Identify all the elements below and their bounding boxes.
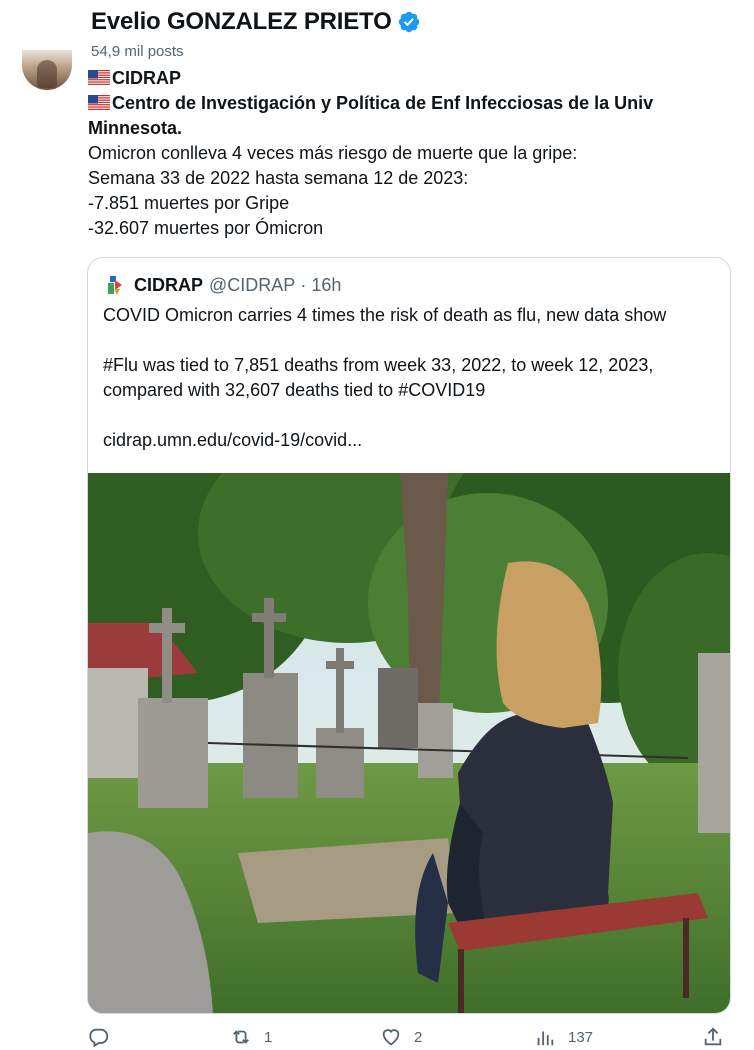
tweet-line-text: Omicron conlleva 4 veces más riesgo de m… [88, 143, 578, 163]
display-name[interactable]: Evelio GONZALEZ PRIETO [91, 8, 421, 36]
analytics-icon [537, 1031, 554, 1046]
profile-header: Evelio GONZALEZ PRIETO 54,9 mil posts [0, 0, 754, 66]
reply-button[interactable] [88, 1026, 122, 1048]
share-icon [704, 1027, 722, 1046]
views-button[interactable]: 137 [534, 1026, 593, 1048]
cemetery-photo[interactable] [88, 473, 730, 1013]
heart-icon [382, 1029, 400, 1046]
quoted-tweet-text: COVID Omicron carries 4 times the risk o… [103, 303, 718, 453]
tweet-line: Semana 33 de 2022 hasta semana 12 de 202… [88, 166, 728, 191]
quoted-timestamp[interactable]: 16h [311, 275, 341, 296]
reply-icon [89, 1028, 109, 1048]
quoted-author-name[interactable]: CIDRAP [134, 275, 203, 296]
dot-separator: · [295, 274, 312, 295]
tweet-line-text: -32.607 muertes por Ómicron [88, 218, 324, 238]
quoted-paragraph [103, 328, 718, 353]
quoted-link[interactable]: cidrap.umn.edu/covid-19/covid... [103, 428, 718, 453]
quoted-paragraph: compared with 32,607 deaths tied to #COV… [103, 380, 486, 400]
quoted-tweet-header: CIDRAP @CIDRAP · 16h [104, 274, 341, 296]
tweet-line: CIDRAP [88, 66, 728, 91]
display-name-text[interactable]: Evelio GONZALEZ PRIETO [91, 8, 392, 36]
post-count: 54,9 mil posts [91, 43, 184, 60]
verified-badge-icon [398, 11, 419, 33]
like-count: 2 [414, 1028, 423, 1046]
tweet-line-text: Semana 33 de 2022 hasta semana 12 de 202… [88, 168, 469, 188]
tweet-actions: 1 2 137 [0, 1026, 754, 1050]
quoted-tweet-card[interactable]: CIDRAP @CIDRAP · 16h COVID Omicron carri… [87, 257, 731, 1014]
repost-icon [233, 1030, 249, 1044]
tweet-line: Omicron conlleva 4 veces más riesgo de m… [88, 141, 728, 166]
us-flag-icon [88, 70, 110, 86]
tweet-line: Centro de Investigación y Política de En… [88, 91, 728, 116]
tweet-line-text: CIDRAP [112, 68, 182, 88]
like-button[interactable]: 2 [380, 1026, 422, 1048]
repost-button[interactable]: 1 [230, 1026, 272, 1048]
repost-count: 1 [264, 1028, 273, 1046]
quoted-paragraph [103, 403, 718, 428]
share-button[interactable] [702, 1026, 736, 1048]
tweet-line-text: -7.851 muertes por Gripe [88, 193, 290, 213]
tweet-text: CIDRAP Centro de Investigación y Política… [88, 66, 728, 241]
tweet-line-text: Minnesota. [88, 118, 183, 138]
quoted-author-handle[interactable]: @CIDRAP [209, 275, 295, 296]
views-count: 137 [568, 1028, 594, 1046]
us-flag-icon [88, 95, 110, 111]
tweet-line: -7.851 muertes por Gripe [88, 191, 728, 216]
tweet-line: -32.607 muertes por Ómicron [88, 216, 728, 241]
tweet-line-text: Centro de Investigación y Política de En… [112, 93, 654, 113]
quoted-paragraph: COVID Omicron carries 4 times the risk o… [103, 305, 667, 325]
tweet-line: Minnesota. [88, 116, 728, 141]
quoted-paragraph: #Flu was tied to 7,851 deaths from week … [103, 355, 654, 375]
avatar[interactable] [22, 50, 72, 90]
cidrap-logo-icon [108, 276, 122, 295]
